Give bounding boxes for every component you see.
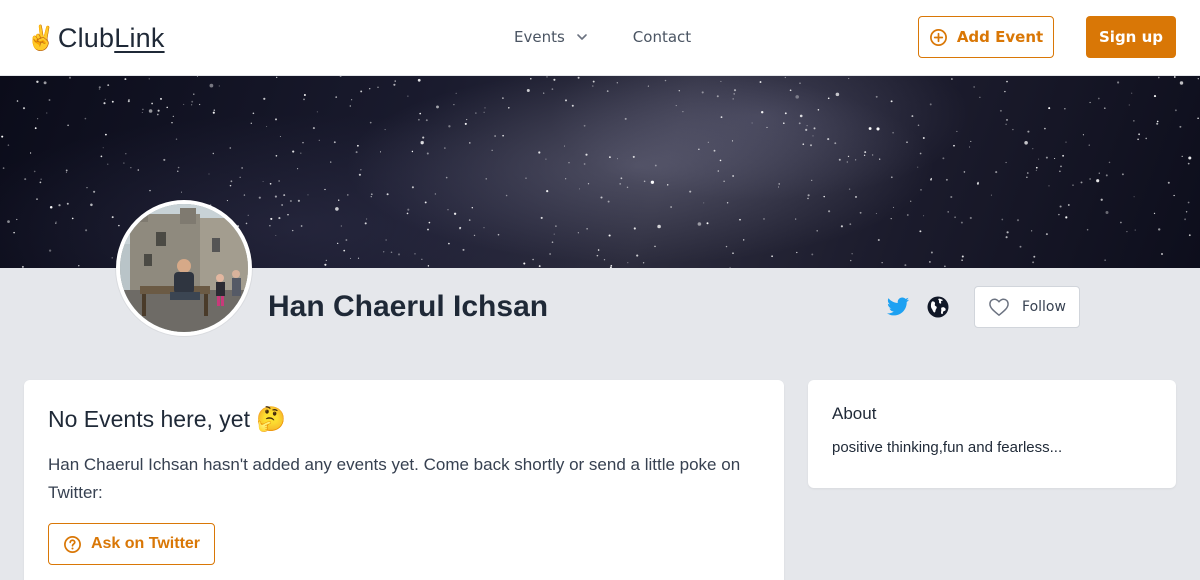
thinking-face-icon: 🤔 bbox=[256, 406, 287, 433]
events-heading: No Events here, yet 🤔 bbox=[48, 404, 760, 435]
website-link[interactable] bbox=[926, 295, 950, 319]
logo-link-text: Link bbox=[114, 23, 165, 53]
follow-button[interactable]: Follow bbox=[974, 286, 1080, 328]
question-circle-icon bbox=[64, 535, 81, 553]
sign-up-button[interactable]: Sign up bbox=[1086, 16, 1176, 58]
profile-name: Han Chaerul Ichsan bbox=[268, 290, 549, 323]
follow-label: Follow bbox=[1022, 299, 1066, 315]
avatar-photo bbox=[120, 204, 248, 332]
sign-up-label: Sign up bbox=[1099, 28, 1163, 46]
profile-avatar bbox=[116, 200, 252, 336]
nav-contact-label: Contact bbox=[632, 28, 692, 46]
twitter-icon bbox=[887, 297, 909, 316]
nav-events-label: Events bbox=[514, 28, 565, 46]
main-nav: Events Contact bbox=[514, 26, 691, 48]
add-event-label: Add Event bbox=[956, 28, 1044, 46]
ask-on-twitter-label: Ask on Twitter bbox=[90, 535, 201, 552]
logo-text: ClubLink bbox=[58, 22, 165, 54]
twitter-profile-link[interactable] bbox=[886, 295, 910, 319]
globe-icon bbox=[927, 296, 949, 318]
events-heading-text: No Events here, yet bbox=[48, 406, 250, 432]
events-card: No Events here, yet 🤔 Han Chaerul Ichsan… bbox=[24, 380, 784, 580]
no-events-message: Han Chaerul Ichsan hasn't added any even… bbox=[48, 455, 741, 502]
about-heading: About bbox=[832, 404, 877, 423]
nav-events-dropdown[interactable]: Events bbox=[514, 26, 589, 48]
about-text: positive thinking,fun and fearless... bbox=[832, 439, 1063, 456]
nav-contact-link[interactable]: Contact bbox=[633, 26, 691, 48]
heart-icon bbox=[989, 298, 1009, 316]
ask-on-twitter-button[interactable]: Ask on Twitter bbox=[48, 523, 215, 565]
top-navbar: ✌️ ClubLink Events Contact Add Event Sig… bbox=[0, 0, 1200, 76]
plus-circle-icon bbox=[929, 28, 947, 46]
about-card: About positive thinking,fun and fearless… bbox=[808, 380, 1176, 488]
add-event-button[interactable]: Add Event bbox=[918, 16, 1054, 58]
logo-club-text: Club bbox=[57, 23, 115, 53]
clublink-logo[interactable]: ✌️ ClubLink bbox=[26, 22, 165, 54]
chevron-down-icon bbox=[576, 34, 587, 40]
victory-hand-icon: ✌️ bbox=[26, 24, 56, 52]
